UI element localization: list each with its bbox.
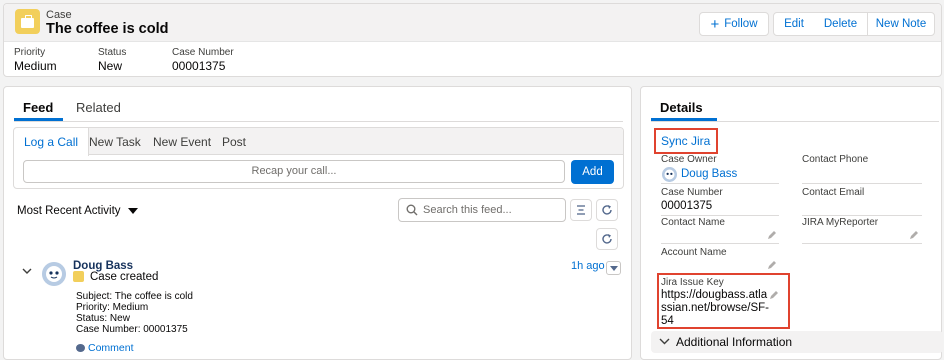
contact-name-label: Contact Name: [661, 217, 725, 228]
field-divider: [661, 243, 779, 244]
priority-label: Priority: [14, 47, 46, 58]
case-number-label: Case Number: [661, 187, 723, 198]
tab-log-a-call[interactable]: Log a Call: [14, 128, 90, 156]
additional-information-section[interactable]: Additional Information: [651, 331, 943, 353]
chevron-down-icon: [659, 338, 670, 345]
chevron-down-icon[interactable]: [22, 267, 32, 275]
new-note-button[interactable]: New Note: [867, 12, 935, 36]
field-divider: [802, 183, 922, 184]
publisher-tabs: Log a Call New Task New Event Post: [14, 128, 623, 156]
tab-new-event[interactable]: New Event: [153, 128, 211, 155]
tab-feed[interactable]: Feed: [23, 100, 53, 115]
page-title: The coffee is cold: [46, 21, 169, 37]
comment-icon: [76, 344, 85, 352]
status-label: Status: [98, 47, 127, 58]
recap-call-input[interactable]: Recap your call...: [23, 160, 565, 183]
feed-detail-status: Status: New: [76, 313, 130, 324]
case-number-value: 00001375: [661, 200, 713, 212]
jira-issue-key-value-line1: https://dougbass.atla: [661, 289, 768, 301]
add-button[interactable]: Add: [571, 160, 614, 184]
feed-panel: Feed Related Log a Call New Task New Eve…: [3, 86, 632, 360]
feed-action-text: Case created: [90, 271, 159, 283]
publisher: Log a Call New Task New Event Post Recap…: [13, 127, 624, 189]
search-placeholder: Search this feed...: [423, 204, 512, 216]
jira-issue-key-label: Jira Issue Key: [661, 277, 724, 288]
astro-avatar-icon: [42, 262, 66, 286]
case-icon: [73, 271, 84, 282]
feed-item-menu-button[interactable]: [606, 261, 621, 275]
delete-button[interactable]: Delete: [814, 12, 868, 36]
contact-phone-label: Contact Phone: [802, 154, 869, 165]
refresh-feed-button[interactable]: [596, 228, 618, 250]
field-divider: [802, 215, 922, 216]
jira-issue-key-value-line2: ssian.net/browse/SF-: [661, 302, 770, 314]
tabs-divider: [651, 121, 939, 122]
comment-label: Comment: [88, 342, 134, 354]
sort-dropdown[interactable]: Most Recent Activity: [17, 205, 138, 217]
caret-down-icon: [127, 207, 138, 214]
plus-icon: +: [710, 15, 720, 33]
follow-label: Follow: [724, 18, 758, 30]
tab-new-task[interactable]: New Task: [89, 128, 141, 155]
follow-button[interactable]: + Follow: [699, 12, 769, 36]
filter-lines-icon: [577, 205, 585, 215]
refresh-button[interactable]: [596, 199, 618, 221]
owner-avatar: [662, 167, 677, 182]
feed-detail-case-number: Case Number: 00001375: [76, 324, 188, 335]
pencil-edit-icon[interactable]: [909, 230, 919, 240]
sync-jira-button[interactable]: Sync Jira: [661, 134, 710, 148]
details-panel: Details Sync Jira Case Owner Doug Bass C…: [640, 86, 943, 360]
case-owner-label: Case Owner: [661, 154, 717, 165]
priority-value: Medium: [14, 59, 57, 73]
record-header: Case The coffee is cold + Follow Edit De…: [3, 3, 942, 77]
pencil-edit-icon[interactable]: [767, 260, 777, 270]
search-icon: [406, 204, 418, 216]
avatar[interactable]: [42, 262, 66, 286]
case-owner-link[interactable]: Doug Bass: [681, 168, 737, 180]
case-briefcase-icon: [15, 9, 40, 34]
status-value: New: [98, 59, 123, 73]
object-label: Case: [46, 9, 72, 21]
tabs-divider: [14, 121, 623, 122]
feed-detail-priority: Priority: Medium: [76, 302, 149, 313]
tab-post[interactable]: Post: [222, 128, 246, 155]
feed-detail-subject: Subject: The coffee is cold: [76, 291, 193, 302]
feed-timestamp-link[interactable]: 1h ago: [571, 260, 605, 272]
tab-details[interactable]: Details: [660, 100, 703, 115]
jira-myreporter-label: JIRA MyReporter: [802, 217, 879, 228]
astro-avatar-icon: [662, 167, 677, 182]
edit-button[interactable]: Edit: [773, 12, 815, 36]
jira-issue-key-value-line3: 54: [661, 315, 674, 327]
filter-button[interactable]: [570, 199, 592, 221]
field-divider: [802, 243, 922, 244]
search-feed-input[interactable]: Search this feed...: [398, 198, 566, 222]
account-name-label: Account Name: [661, 247, 727, 258]
pencil-edit-icon[interactable]: [767, 230, 777, 240]
refresh-icon: [602, 205, 612, 215]
additional-information-label: Additional Information: [676, 335, 793, 349]
refresh-icon: [602, 234, 612, 244]
field-divider: [661, 183, 779, 184]
sort-label: Most Recent Activity: [17, 205, 121, 217]
comment-button[interactable]: Comment: [76, 342, 134, 354]
field-divider: [661, 215, 779, 216]
case-number-label: Case Number: [172, 47, 234, 58]
tab-related[interactable]: Related: [76, 100, 121, 115]
contact-email-label: Contact Email: [802, 187, 865, 198]
case-number-value: 00001375: [172, 59, 226, 73]
pencil-edit-icon[interactable]: [769, 290, 779, 300]
